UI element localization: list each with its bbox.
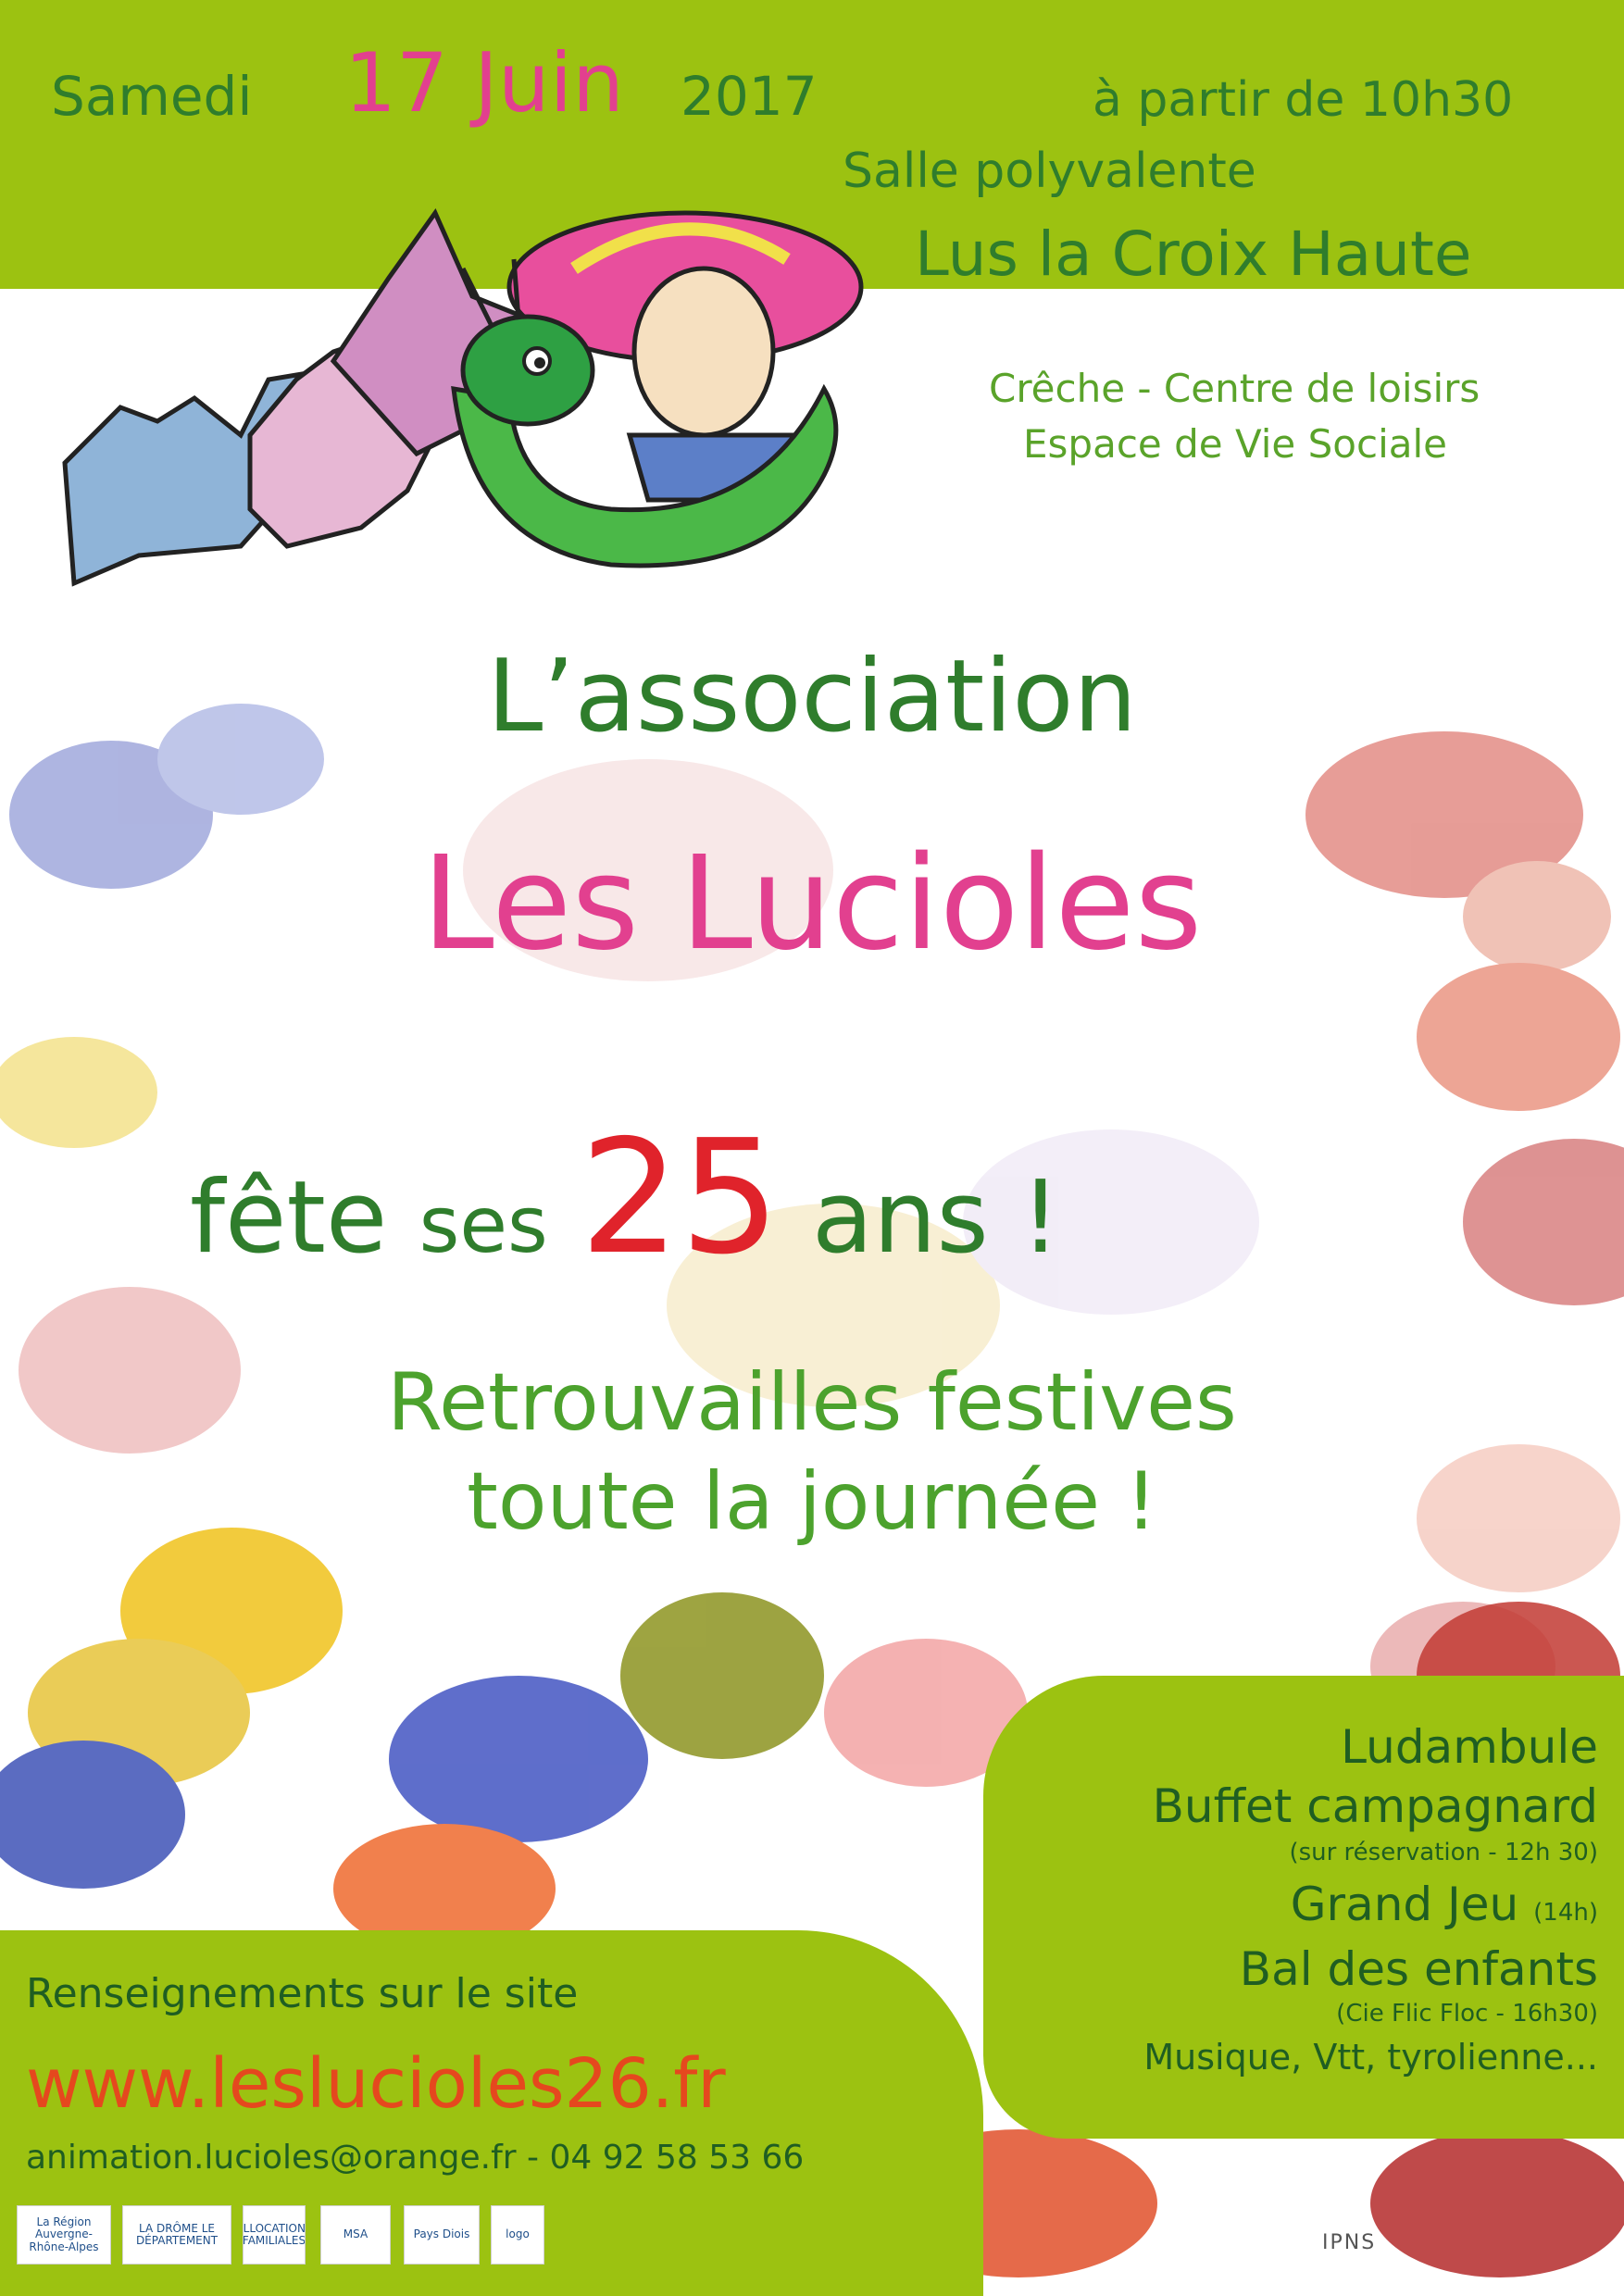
date-day: Samedi: [51, 65, 253, 128]
contact-line: animation.lucioles@orange.fr - 04 92 58 …: [26, 2139, 805, 2177]
logo-msa: MSA: [320, 2205, 391, 2265]
services-line-1: Crêche - Centre de loisirs: [989, 366, 1480, 411]
website-link[interactable]: www.leslucioles26.fr: [26, 2044, 726, 2124]
program-item-ludambule: Ludambule: [1341, 1720, 1598, 1774]
logo-caf: ALLOCATIONS FAMILIALES: [243, 2205, 306, 2265]
association-name: Les Lucioles: [421, 829, 1203, 980]
info-label: Renseignements sur le site: [26, 1970, 579, 2017]
ipns-mark: IPNS: [1322, 2231, 1377, 2254]
date-number: 17 Juin: [344, 35, 624, 131]
logo-region: La Région Auvergne-Rhône-Alpes: [17, 2205, 111, 2265]
reunion-line-2: toute la journée !: [467, 1455, 1157, 1548]
start-time: à partir de 10h30: [1093, 72, 1514, 128]
program-item-grand-jeu-label: Grand Jeu: [1290, 1878, 1519, 1931]
town: Lus la Croix Haute: [915, 218, 1472, 290]
logo-pays-diois: Pays Diois: [404, 2205, 480, 2265]
anniversary-word-ans: ans !: [811, 1160, 1061, 1276]
reunion-line-1: Retrouvailles festives: [387, 1356, 1237, 1449]
program-item-bal-note: (Cie Flic Floc - 16h30): [1336, 2000, 1598, 2028]
program-item-activities: Musique, Vtt, tyrolienne...: [1143, 2037, 1598, 2078]
association-heading: L’association: [487, 639, 1137, 755]
anniversary-heading: fête ses 25 ans !: [190, 1106, 1060, 1290]
date-year: 2017: [681, 65, 818, 128]
anniversary-number: 25: [580, 1106, 781, 1290]
services-line-2: Espace de Vie Sociale: [1023, 421, 1447, 467]
logo-drome: LA DRÔME LE DÉPARTEMENT: [122, 2205, 231, 2265]
program-item-buffet-note: (sur réservation - 12h 30): [1289, 1839, 1598, 1866]
program-item-bal: Bal des enfants: [1239, 1942, 1598, 1996]
program-item-buffet: Buffet campagnard: [1152, 1779, 1598, 1833]
logo-partner: logo: [491, 2205, 544, 2265]
program-item-grand-jeu: Grand Jeu (14h): [1291, 1878, 1598, 1931]
anniversary-word-ses: ses: [418, 1179, 548, 1270]
program-item-grand-jeu-note: (14h): [1533, 1899, 1598, 1927]
anniversary-word-fete: fête: [190, 1160, 388, 1276]
mascot-illustration: [62, 207, 864, 587]
